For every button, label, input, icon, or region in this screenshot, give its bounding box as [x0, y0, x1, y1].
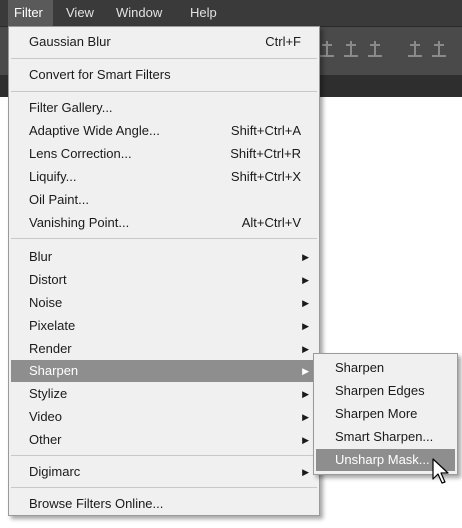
chevron-right-icon: ▶ [302, 366, 309, 376]
menu-item-label: Sharpen [29, 363, 79, 378]
menu-divider [11, 487, 317, 488]
menu-item-label: Blur [29, 249, 53, 264]
menu-item-label: Pixelate [29, 318, 76, 333]
submenu-item-label: Sharpen [335, 360, 385, 375]
menu-item-label: Gaussian Blur [29, 34, 111, 49]
menu-item-filter-gallery[interactable]: Filter Gallery... [11, 97, 317, 119]
menu-item-render[interactable]: Render ▶ [11, 338, 317, 360]
sharpen-submenu: Sharpen Sharpen Edges Sharpen More Smart… [313, 353, 458, 475]
chevron-right-icon: ▶ [302, 435, 309, 445]
mouse-pointer-icon [432, 458, 449, 484]
menu-filter[interactable]: Filter [8, 0, 53, 26]
submenu-item-label: Smart Sharpen... [335, 429, 434, 444]
menu-item-blur[interactable]: Blur ▶ [11, 246, 317, 268]
menu-item-label: Other [29, 432, 62, 447]
menu-item-noise[interactable]: Noise ▶ [11, 292, 317, 314]
submenu-item-smart-sharpen[interactable]: Smart Sharpen... [316, 426, 455, 448]
menu-item-label: Digimarc [29, 464, 81, 479]
chevron-right-icon: ▶ [302, 252, 309, 262]
chevron-right-icon: ▶ [302, 298, 309, 308]
menu-item-stylize[interactable]: Stylize ▶ [11, 383, 317, 405]
menu-divider [11, 58, 317, 59]
menu-divider [11, 455, 317, 456]
menu-item-label: Adaptive Wide Angle... [29, 123, 160, 138]
chevron-right-icon: ▶ [302, 467, 309, 477]
align-controls [320, 41, 446, 61]
menu-item-label: Noise [29, 295, 63, 310]
shortcut-label: Ctrl+F [265, 34, 301, 49]
menu-item-label: Oil Paint... [29, 192, 89, 207]
menu-item-label: Lens Correction... [29, 146, 132, 161]
menu-view[interactable]: View [60, 0, 100, 26]
menu-item-pixelate[interactable]: Pixelate ▶ [11, 315, 317, 337]
chevron-right-icon: ▶ [302, 389, 309, 399]
menu-item-label: Filter Gallery... [29, 100, 113, 115]
menu-item-label: Video [29, 409, 63, 424]
menu-item-digimarc[interactable]: Digimarc ▶ [11, 461, 317, 483]
menu-divider [11, 238, 317, 239]
menu-item-label: Browse Filters Online... [29, 496, 164, 511]
menu-item-label: Liquify... [29, 169, 77, 184]
align-left-icon[interactable] [408, 41, 422, 57]
submenu-item-label: Sharpen More [335, 406, 418, 421]
menu-help[interactable]: Help [184, 0, 223, 26]
chevron-right-icon: ▶ [302, 344, 309, 354]
menu-item-label: Stylize [29, 386, 68, 401]
shortcut-label: Alt+Ctrl+V [241, 215, 301, 230]
chevron-right-icon: ▶ [302, 275, 309, 285]
menu-item-label: Convert for Smart Filters [29, 67, 171, 82]
menu-item-other[interactable]: Other ▶ [11, 429, 317, 451]
shortcut-label: Shift+Ctrl+R [230, 146, 301, 161]
shortcut-label: Shift+Ctrl+X [230, 169, 301, 184]
align-bottom-icon[interactable] [368, 41, 382, 57]
menu-item-oil-paint[interactable]: Oil Paint... [11, 189, 317, 211]
menu-item-label: Render [29, 341, 72, 356]
menu-item-label: Vanishing Point... [29, 215, 130, 230]
submenu-item-sharpen[interactable]: Sharpen [316, 357, 455, 379]
menu-window[interactable]: Window [110, 0, 168, 26]
align-horizontal-center-icon[interactable] [432, 41, 446, 57]
menu-item-label: Distort [29, 272, 67, 287]
shortcut-label: Shift+Ctrl+A [230, 123, 301, 138]
menu-item-gaussian-blur[interactable]: Gaussian Blur Ctrl+F [11, 31, 317, 53]
submenu-item-sharpen-edges[interactable]: Sharpen Edges [316, 380, 455, 402]
submenu-item-sharpen-more[interactable]: Sharpen More [316, 403, 455, 425]
menu-item-vanishing-point[interactable]: Vanishing Point... Alt+Ctrl+V [11, 212, 317, 234]
submenu-item-label: Unsharp Mask... [335, 452, 430, 467]
align-vertical-center-icon[interactable] [344, 41, 358, 57]
chevron-right-icon: ▶ [302, 321, 309, 331]
submenu-item-label: Sharpen Edges [335, 383, 425, 398]
menu-item-distort[interactable]: Distort ▶ [11, 269, 317, 291]
menu-item-liquify[interactable]: Liquify... Shift+Ctrl+X [11, 166, 317, 188]
align-top-icon[interactable] [320, 41, 334, 57]
menu-divider [11, 91, 317, 92]
menu-item-lens-correction[interactable]: Lens Correction... Shift+Ctrl+R [11, 143, 317, 165]
menu-item-sharpen[interactable]: Sharpen ▶ [11, 360, 317, 382]
filter-menu: Gaussian Blur Ctrl+F Convert for Smart F… [8, 26, 320, 516]
chevron-right-icon: ▶ [302, 412, 309, 422]
menu-item-convert-smart-filters[interactable]: Convert for Smart Filters [11, 64, 317, 86]
menu-bar: Filter View Window Help [0, 0, 462, 26]
menu-item-adaptive-wide-angle[interactable]: Adaptive Wide Angle... Shift+Ctrl+A [11, 120, 317, 142]
menu-item-video[interactable]: Video ▶ [11, 406, 317, 428]
menu-item-browse-filters-online[interactable]: Browse Filters Online... [11, 493, 317, 515]
